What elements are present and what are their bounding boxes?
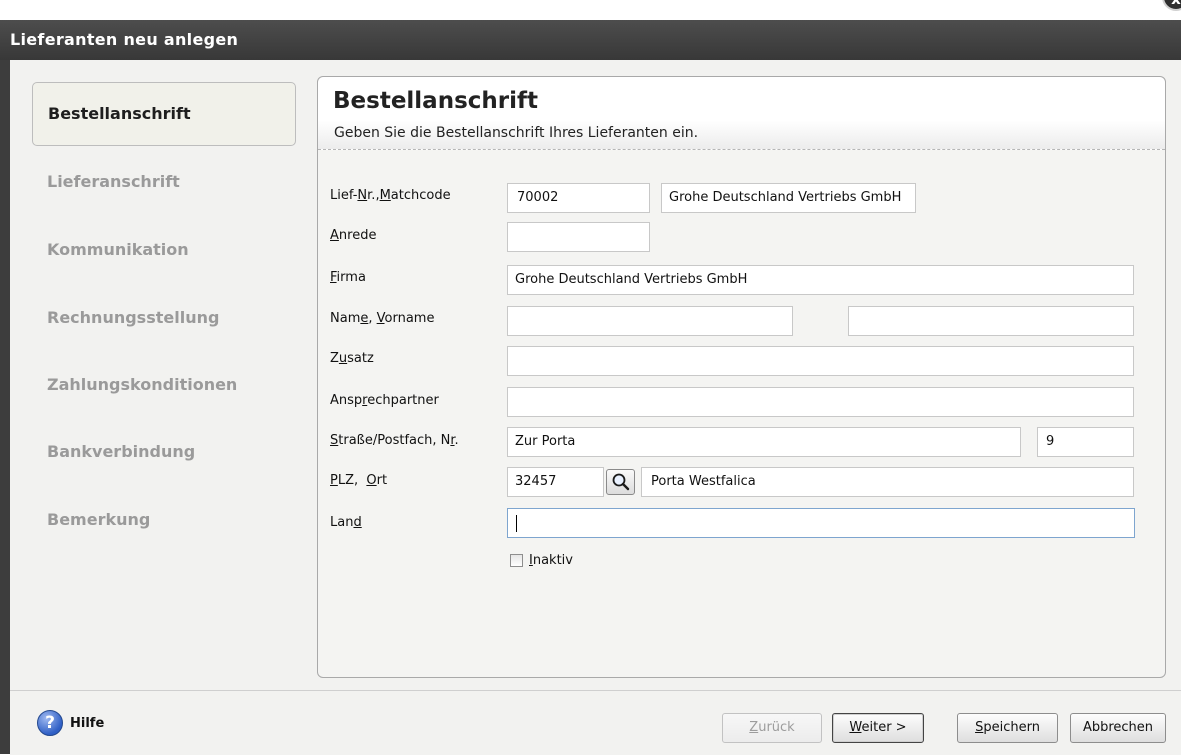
text-caret (516, 515, 517, 532)
plz-ort-label: PLZ, Ort (330, 473, 388, 488)
hausnummer-input[interactable]: 9 (1037, 427, 1134, 457)
ort-input[interactable]: Porta Westfalica (641, 467, 1134, 497)
nav-item-bestellanschrift[interactable]: Bestellanschrift (32, 82, 296, 146)
zusatz-input[interactable] (507, 346, 1134, 376)
nav-item-zahlungskonditionen[interactable]: Zahlungskonditionen (32, 353, 296, 417)
vorname-input[interactable] (848, 306, 1134, 336)
cancel-button[interactable]: Abbrechen (1070, 713, 1166, 743)
content-panel: Bestellanschrift Geben Sie die Bestellan… (317, 76, 1166, 678)
nav-item-rechnungsstellung[interactable]: Rechnungsstellung (32, 286, 296, 350)
matchcode-input[interactable]: Grohe Deutschland Vertriebs GmbH (661, 183, 916, 213)
strasse-label: Straße/Postfach, Nr. (330, 433, 459, 448)
strasse-input[interactable]: Zur Porta (507, 427, 1021, 457)
next-button[interactable]: Weiter > (832, 713, 924, 743)
lief-nr-matchcode-label: Lief-Nr.,Matchcode (330, 188, 451, 203)
zusatz-label: Zusatz (330, 351, 374, 366)
nav-item-bemerkung[interactable]: Bemerkung (32, 488, 296, 552)
window-left-edge (0, 60, 10, 754)
land-input[interactable] (507, 508, 1135, 538)
step-navigation: Bestellanschrift Lieferanschrift Kommuni… (10, 60, 310, 680)
save-button[interactable]: Speichern (957, 713, 1058, 743)
help-icon[interactable]: ? (37, 710, 63, 736)
close-icon[interactable]: x (1162, 0, 1181, 11)
firma-input[interactable]: Grohe Deutschland Vertriebs GmbH (507, 265, 1134, 295)
page-subtitle: Geben Sie die Bestellanschrift Ihres Lie… (334, 125, 699, 141)
nav-item-label: Bemerkung (47, 510, 151, 529)
content-header: Bestellanschrift Geben Sie die Bestellan… (318, 77, 1165, 150)
nav-item-label: Kommunikation (47, 240, 189, 259)
anrede-label: Anrede (330, 228, 377, 243)
nav-item-label: Bankverbindung (47, 442, 196, 461)
inaktiv-checkbox[interactable] (510, 554, 523, 567)
back-button[interactable]: Zurück (722, 713, 822, 743)
nav-item-label: Bestellanschrift (48, 104, 191, 123)
anrede-input[interactable] (507, 222, 650, 252)
nav-item-lieferanschrift[interactable]: Lieferanschrift (32, 150, 296, 214)
window-title: Lieferanten neu anlegen (10, 30, 239, 49)
page-title: Bestellanschrift (333, 88, 539, 114)
firma-label: Firma (330, 270, 366, 285)
name-vorname-label: Name, Vorname (330, 311, 435, 326)
help-link[interactable]: Hilfe (70, 716, 104, 731)
inaktiv-label[interactable]: Inaktiv (529, 553, 573, 568)
name-input[interactable] (507, 306, 793, 336)
ansprechpartner-label: Ansprechpartner (330, 393, 439, 408)
land-label: Land (330, 515, 362, 530)
lief-nr-input[interactable]: 70002 (507, 183, 650, 213)
magnifier-icon (612, 473, 630, 491)
plz-input[interactable]: 32457 (507, 467, 604, 497)
plz-search-button[interactable] (606, 469, 635, 495)
ansprechpartner-input[interactable] (507, 387, 1134, 417)
nav-item-label: Lieferanschrift (47, 172, 180, 191)
title-bar: Lieferanten neu anlegen (0, 20, 1181, 60)
nav-item-label: Zahlungskonditionen (47, 375, 238, 394)
nav-item-kommunikation[interactable]: Kommunikation (32, 218, 296, 282)
nav-item-bankverbindung[interactable]: Bankverbindung (32, 420, 296, 484)
nav-item-label: Rechnungsstellung (47, 308, 220, 327)
